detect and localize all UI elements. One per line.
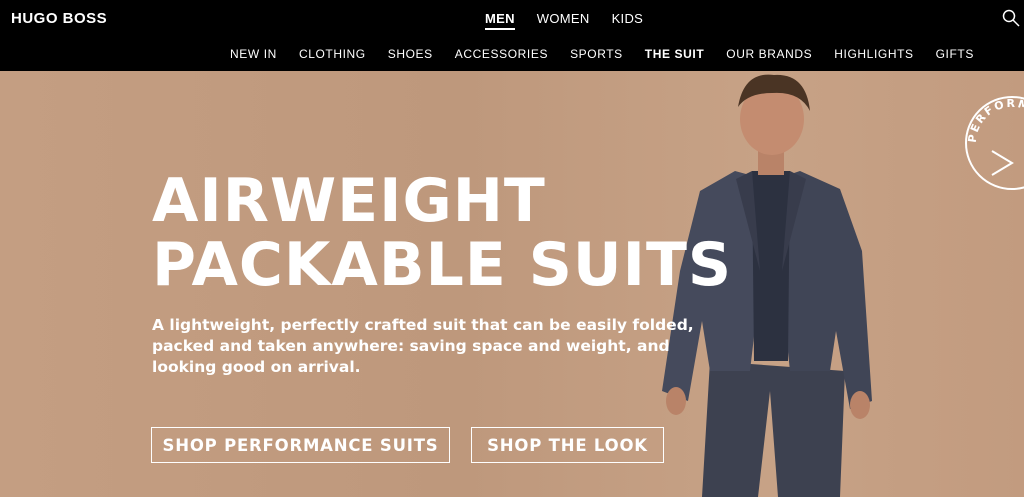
nav-new-in[interactable]: NEW IN	[230, 47, 277, 61]
tab-kids[interactable]: KIDS	[612, 11, 644, 30]
shop-performance-suits-button[interactable]: SHOP PERFORMANCE SUITS	[151, 427, 450, 463]
nav-highlights[interactable]: HIGHLIGHTS	[834, 47, 913, 61]
hero-banner: PERFORMANCE AIRWEIGHT PACKABLE SUITS A l…	[0, 71, 1024, 497]
shop-the-look-button[interactable]: SHOP THE LOOK	[471, 427, 664, 463]
nav-gifts[interactable]: GIFTS	[936, 47, 974, 61]
performance-badge: PERFORMANCE	[965, 96, 1024, 190]
nav-sports[interactable]: SPORTS	[570, 47, 623, 61]
nav-accessories[interactable]: ACCESSORIES	[455, 47, 548, 61]
headline-line-1: AIRWEIGHT	[152, 166, 546, 236]
nav-the-suit[interactable]: THE SUIT	[645, 47, 704, 61]
site-header: HUGO BOSS MEN WOMEN KIDS NEW IN CLOTHING…	[0, 0, 1024, 71]
nav-clothing[interactable]: CLOTHING	[299, 47, 366, 61]
nav-shoes[interactable]: SHOES	[388, 47, 433, 61]
tab-women[interactable]: WOMEN	[537, 11, 590, 30]
hero-subtext: A lightweight, perfectly crafted suit th…	[152, 316, 694, 376]
category-nav: NEW IN CLOTHING SHOES ACCESSORIES SPORTS…	[230, 47, 996, 61]
search-icon[interactable]	[1002, 9, 1020, 27]
gender-nav: MEN WOMEN KIDS	[485, 11, 665, 30]
svg-text:PERFORMANCE: PERFORMANCE	[966, 97, 1024, 146]
brand-logo[interactable]: HUGO BOSS	[11, 10, 107, 27]
tab-men[interactable]: MEN	[485, 11, 515, 30]
hero-headline: AIRWEIGHT PACKABLE SUITS	[152, 169, 732, 297]
nav-our-brands[interactable]: OUR BRANDS	[726, 47, 812, 61]
headline-line-2: PACKABLE SUITS	[152, 230, 733, 300]
